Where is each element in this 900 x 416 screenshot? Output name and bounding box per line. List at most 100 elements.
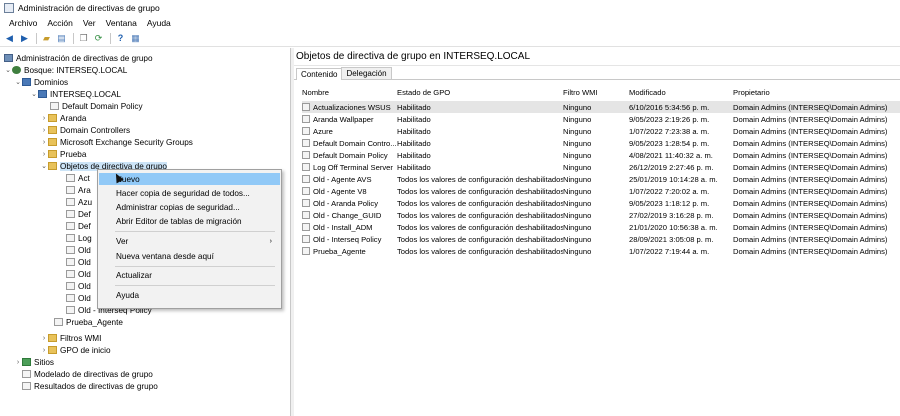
gpo-row[interactable]: Old - Agente V8 Todos los valores de conf… (302, 185, 900, 197)
tree-item-aranda[interactable]: › Aranda (40, 112, 87, 124)
copy-icon[interactable]: ❐ (77, 32, 90, 45)
gpo-name-text: Actualizaciones WSUS (313, 102, 391, 112)
tree-gpo-child[interactable]: Def (66, 220, 91, 232)
expand-icon[interactable]: › (14, 359, 22, 366)
tree-gpo-child[interactable]: Ara (66, 184, 91, 196)
menu-item-ayuda[interactable]: Ayuda (99, 289, 280, 301)
tree-gpo-child[interactable]: Azu (66, 196, 92, 208)
tree-domains[interactable]: ⌄ Dominios (14, 76, 68, 88)
menu-item-new-window[interactable]: Nueva ventana desde aquí (99, 250, 280, 262)
gpo-row[interactable]: Old - Agente AVS Todos los valores de con… (302, 173, 900, 185)
menu-separator (115, 231, 275, 232)
tree-gpo-child[interactable]: Old (66, 292, 91, 304)
menu-ayuda[interactable]: Ayuda (142, 18, 176, 28)
gpo-owner-cell: Domain Admins (INTERSEQ\Domain Admins) (733, 234, 888, 244)
tree-item-default-domain-policy[interactable]: Default Domain Policy (50, 100, 143, 112)
gpo-link-icon (50, 102, 59, 110)
gpo-owner-cell: Domain Admins (INTERSEQ\Domain Admins) (733, 102, 888, 112)
tree-item-prueba[interactable]: › Prueba (40, 148, 87, 160)
gpo-row[interactable]: Aranda Wallpaper Habilitado Ninguno 9/05/20… (302, 113, 900, 125)
tree-gpo-child[interactable]: Log (66, 232, 92, 244)
menu-item-backup-all[interactable]: Hacer copia de seguridad de todos... (99, 187, 280, 199)
menu-item-ver[interactable]: Ver › (99, 235, 280, 247)
menu-item-nuevo[interactable]: Nuevo (99, 173, 280, 185)
gpo-icon (66, 246, 75, 254)
expand-icon[interactable]: › (40, 139, 48, 146)
gpo-row[interactable]: Old - Install_ADM Todos los valores de co… (302, 221, 900, 233)
gpo-row[interactable]: Old - Change_GUID Todos los valores de co… (302, 209, 900, 221)
gpo-row[interactable]: Default Domain Contro... Habilitado Ningun… (302, 137, 900, 149)
expand-icon[interactable]: › (40, 347, 48, 354)
tree-gpo-child[interactable]: Old (66, 280, 91, 292)
tree-gpo-child[interactable]: Old (66, 268, 91, 280)
collapse-icon[interactable]: ⌄ (30, 90, 38, 98)
column-header-owner[interactable]: Propietario (733, 88, 893, 97)
gpo-row[interactable]: Old - Interseq Policy Todos los valores d… (302, 233, 900, 245)
tree-domain[interactable]: ⌄ INTERSEQ.LOCAL (30, 88, 121, 100)
collapse-icon[interactable]: ⌄ (4, 66, 12, 74)
gpo-row[interactable]: Log Off Terminal Server Habilitado Ninguno… (302, 161, 900, 173)
collapse-icon[interactable]: ⌄ (14, 78, 22, 86)
forest-icon (12, 66, 21, 74)
gpo-row[interactable]: Default Domain Policy Habilitado Ninguno 4/… (302, 149, 900, 161)
collapse-icon[interactable]: ⌄ (40, 162, 48, 170)
menu-item-actualizar[interactable]: Actualizar (99, 269, 280, 281)
toolbar: ◀ ▶ ▰ ▤ ❐ ⟳ ? ▦ (0, 31, 900, 47)
tree-gpo-child[interactable]: Act (66, 172, 90, 184)
gpo-owner-cell: Domain Admins (INTERSEQ\Domain Admins) (733, 126, 888, 136)
gpo-name-text: Aranda Wallpaper (313, 114, 374, 124)
tree-forest[interactable]: ⌄ Bosque: INTERSEQ.LOCAL (4, 64, 127, 76)
sites-icon (22, 358, 31, 366)
gpo-name-text: Default Domain Policy (313, 150, 388, 160)
gpo-row[interactable]: Azure Habilitado Ninguno 1/07/2022 7:23:38 … (302, 125, 900, 137)
expand-icon[interactable]: › (40, 115, 48, 122)
menu-ver[interactable]: Ver (78, 18, 101, 28)
back-icon[interactable]: ◀ (3, 32, 16, 45)
menu-item-manage-backups[interactable]: Administrar copias de seguridad... (99, 201, 280, 213)
forward-icon[interactable]: ▶ (18, 32, 31, 45)
tree-item-wmi-filters[interactable]: › Filtros WMI (40, 332, 102, 344)
column-header-modified[interactable]: Modificado (629, 88, 733, 97)
menu-separator (115, 266, 275, 267)
gpo-owner-cell: Domain Admins (INTERSEQ\Domain Admins) (733, 138, 888, 148)
tree-gpo-child[interactable]: Old (66, 244, 91, 256)
expand-icon[interactable]: › (40, 127, 48, 134)
expand-icon[interactable]: › (40, 335, 48, 342)
refresh-icon[interactable]: ⟳ (92, 32, 105, 45)
tree-item-domain-controllers[interactable]: › Domain Controllers (40, 124, 130, 136)
tab-delegacion[interactable]: Delegación (341, 67, 392, 79)
help-icon[interactable]: ? (114, 32, 127, 45)
properties-icon[interactable]: ▦ (129, 32, 142, 45)
menu-ventana[interactable]: Ventana (101, 18, 142, 28)
gpo-status-cell: Habilitado (397, 162, 431, 172)
tree-gpo-child[interactable]: Old (66, 256, 91, 268)
up-folder-icon[interactable]: ▰ (40, 32, 53, 45)
wmi-folder-icon (48, 334, 57, 342)
gpo-row[interactable]: Prueba_Agente Todos los valores de config… (302, 245, 900, 257)
gpo-row[interactable]: Old - Aranda Policy Todos los valores de … (302, 197, 900, 209)
tree-root[interactable]: Administración de directivas de grupo (4, 52, 153, 64)
column-header-name[interactable]: Nombre (302, 88, 396, 97)
tree-item-exchange-groups[interactable]: › Microsoft Exchange Security Groups (40, 136, 193, 148)
tree-item-starter-gpos[interactable]: › GPO de inicio (40, 344, 111, 356)
tree-results[interactable]: Resultados de directivas de grupo (22, 380, 158, 392)
gpo-name-cell: Old - Agente V8 (302, 187, 396, 196)
tree-modeling[interactable]: Modelado de directivas de grupo (22, 368, 153, 380)
gpo-list-rows: Actualizaciones WSUS Habilitado Ninguno 6/1… (302, 101, 900, 257)
tree-gpo-child[interactable]: Prueba_Agente (54, 316, 123, 328)
expand-icon[interactable]: › (40, 151, 48, 158)
gpo-row[interactable]: Actualizaciones WSUS Habilitado Ninguno 6/1… (302, 101, 900, 113)
gpo-list[interactable]: Nombre Estado de GPO Filtro WMI Modifica… (302, 86, 900, 257)
show-tree-icon[interactable]: ▤ (55, 32, 68, 45)
menu-accion[interactable]: Acción (42, 18, 78, 28)
tree-gpo-child[interactable]: Def (66, 208, 91, 220)
menu-item-migration-editor[interactable]: Abrir Editor de tablas de migración (99, 215, 280, 227)
column-header-status[interactable]: Estado de GPO (396, 88, 563, 97)
gpo-icon (302, 115, 310, 123)
column-header-wmi[interactable]: Filtro WMI (563, 88, 629, 97)
menu-archivo[interactable]: Archivo (4, 18, 42, 28)
gpo-modified-cell: 27/02/2019 3:16:28 p. m. (629, 210, 714, 220)
gpo-wmi-cell: Ninguno (563, 174, 592, 184)
tab-contenido[interactable]: Contenido (296, 68, 343, 80)
tree-sites[interactable]: › Sitios (14, 356, 54, 368)
